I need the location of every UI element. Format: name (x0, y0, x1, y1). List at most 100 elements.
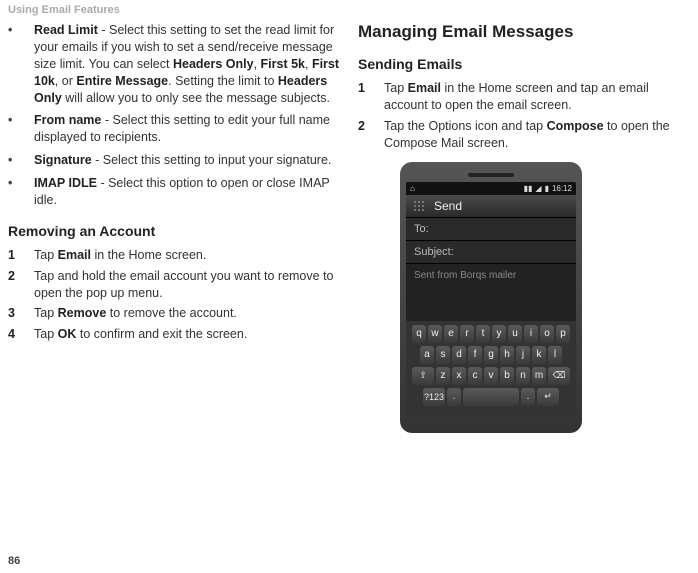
key[interactable]: . (447, 388, 461, 406)
backspace-key[interactable]: ⌫ (548, 367, 570, 385)
sending-emails-steps: 1 Tap Email in the Home screen and tap a… (358, 80, 690, 152)
page-number: 86 (8, 555, 20, 567)
text: - Select this setting to input your sign… (92, 153, 332, 167)
t: Tap the Options icon and tap (384, 119, 547, 133)
options-icon[interactable] (412, 199, 426, 213)
t: to confirm and exit the screen. (76, 327, 247, 341)
step-3: 3 Tap Remove to remove the account. (8, 305, 340, 322)
key[interactable]: v (484, 367, 498, 385)
bullet-body: Signature - Select this setting to input… (34, 152, 340, 169)
key[interactable]: s (436, 346, 450, 364)
key[interactable]: z (436, 367, 450, 385)
to-field[interactable]: To: (406, 218, 576, 241)
symbols-key[interactable]: ?123 (423, 388, 445, 406)
lead-bold: IMAP IDLE (34, 176, 97, 190)
status-icons: ▮▮ ◢ ▮ 16:12 (524, 184, 572, 193)
step-body: Tap Remove to remove the account. (34, 305, 340, 322)
bullet-body: Read Limit - Select this setting to set … (34, 22, 340, 106)
bullet-read-limit: • Read Limit - Select this setting to se… (8, 22, 340, 106)
bullet-mark: • (8, 22, 34, 106)
text: will allow you to only see the message s… (62, 91, 330, 105)
text: . Setting the limit to (168, 74, 278, 88)
t: Tap (34, 248, 58, 262)
bullet-mark: • (8, 112, 34, 146)
space-key[interactable] (463, 388, 519, 406)
key[interactable]: c (468, 367, 482, 385)
phone-speaker-area (406, 168, 576, 182)
bullet-body: IMAP IDLE - Select this option to open o… (34, 175, 340, 209)
text: , or (55, 74, 77, 88)
lead-bold: Signature (34, 153, 92, 167)
subject-field[interactable]: Subject: (406, 241, 576, 264)
lead-bold: Read Limit (34, 23, 98, 37)
clock-text: 16:12 (552, 184, 572, 193)
key[interactable]: g (484, 346, 498, 364)
b: Remove (58, 306, 107, 320)
kbd-row-4: ?123 . . ↵ (408, 388, 574, 406)
key[interactable]: k (532, 346, 546, 364)
right-column: Managing Email Messages Sending Emails 1… (358, 22, 690, 433)
key[interactable]: l (548, 346, 562, 364)
managing-emails-heading: Managing Email Messages (358, 22, 690, 42)
send-button[interactable]: Send (434, 199, 462, 213)
step-body: Tap the Options icon and tap Compose to … (384, 118, 690, 152)
step-body: Tap OK to confirm and exit the screen. (34, 326, 340, 343)
phone-screenshot: ⌂ ▮▮ ◢ ▮ 16:12 Send To: Subject: (400, 162, 690, 433)
step-number: 2 (8, 268, 34, 302)
key[interactable]: r (460, 325, 474, 343)
opt-bold: Entire Message (76, 74, 168, 88)
b: Email (58, 248, 91, 262)
key[interactable]: e (444, 325, 458, 343)
phone-speaker (468, 173, 514, 177)
bullet-signature: • Signature - Select this setting to inp… (8, 152, 340, 169)
step-2: 2 Tap the Options icon and tap Compose t… (358, 118, 690, 152)
sending-emails-heading: Sending Emails (358, 56, 690, 72)
battery-icon: ▮ (545, 184, 549, 193)
bullet-imap-idle: • IMAP IDLE - Select this option to open… (8, 175, 340, 209)
b: OK (58, 327, 77, 341)
opt-bold: First 5k (261, 57, 305, 71)
key[interactable]: a (420, 346, 434, 364)
key[interactable]: i (524, 325, 538, 343)
key[interactable]: n (516, 367, 530, 385)
key[interactable]: m (532, 367, 546, 385)
enter-key[interactable]: ↵ (537, 388, 559, 406)
status-bar: ⌂ ▮▮ ◢ ▮ 16:12 (406, 182, 576, 195)
b: Email (408, 81, 441, 95)
step-1: 1 Tap Email in the Home screen and tap a… (358, 80, 690, 114)
key[interactable]: j (516, 346, 530, 364)
key[interactable]: d (452, 346, 466, 364)
key[interactable]: f (468, 346, 482, 364)
key[interactable]: t (476, 325, 490, 343)
shift-key[interactable]: ⇧ (412, 367, 434, 385)
key[interactable]: b (500, 367, 514, 385)
key[interactable]: w (428, 325, 442, 343)
step-number: 4 (8, 326, 34, 343)
key[interactable]: o (540, 325, 554, 343)
key[interactable]: q (412, 325, 426, 343)
lead-bold: From name (34, 113, 101, 127)
step-number: 3 (8, 305, 34, 322)
page-header: Using Email Features (8, 4, 120, 16)
key[interactable]: u (508, 325, 522, 343)
keyboard: q w e r t y u i o p a (406, 321, 576, 415)
phone-chin (406, 415, 576, 427)
bullet-mark: • (8, 152, 34, 169)
key[interactable]: x (452, 367, 466, 385)
left-column: • Read Limit - Select this setting to se… (8, 22, 340, 433)
key[interactable]: h (500, 346, 514, 364)
b: Compose (547, 119, 604, 133)
step-number: 2 (358, 118, 384, 152)
t: to remove the account. (106, 306, 237, 320)
kbd-row-3: ⇧ z x c v b n m ⌫ (408, 367, 574, 385)
opt-bold: Headers Only (173, 57, 254, 71)
key[interactable]: . (521, 388, 535, 406)
step-1: 1 Tap Email in the Home screen. (8, 247, 340, 264)
kbd-row-1: q w e r t y u i o p (408, 325, 574, 343)
key[interactable]: y (492, 325, 506, 343)
signal-icon: ◢ (535, 184, 541, 193)
body-field[interactable]: Sent from Borqs mailer (406, 264, 576, 321)
bullet-body: From name - Select this setting to edit … (34, 112, 340, 146)
step-body: Tap Email in the Home screen and tap an … (384, 80, 690, 114)
key[interactable]: p (556, 325, 570, 343)
